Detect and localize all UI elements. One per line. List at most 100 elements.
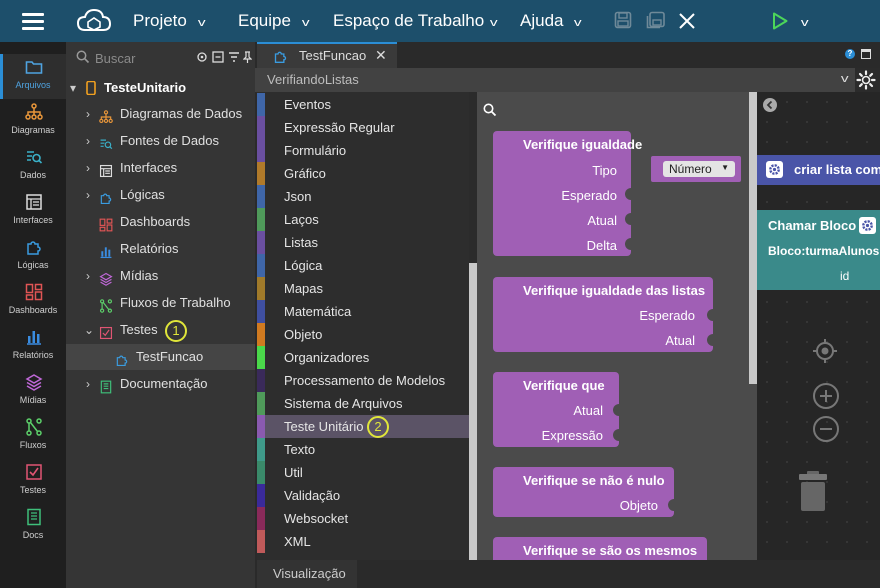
gear-icon[interactable] xyxy=(766,161,783,178)
tree-item[interactable]: Dashboards xyxy=(66,209,255,235)
tab-testfuncao[interactable]: TestFuncao ✕ xyxy=(257,42,397,68)
rail-item-dados[interactable]: Dados xyxy=(0,144,66,189)
rail-item-dashboards[interactable]: Dashboards xyxy=(0,279,66,324)
category-item[interactable]: Listas xyxy=(257,231,469,254)
category-item[interactable]: Gráfico xyxy=(257,162,469,185)
tree-item[interactable]: ⌄ Testes xyxy=(66,317,255,343)
category-item[interactable]: Validação xyxy=(257,484,469,507)
chevron-right-icon[interactable]: › xyxy=(86,371,90,397)
rail-item-interfaces[interactable]: Interfaces xyxy=(0,189,66,234)
chevron-right-icon[interactable]: › xyxy=(86,128,90,154)
tree-item[interactable]: › Diagramas de Dados xyxy=(66,101,255,127)
zoom-out-icon[interactable] xyxy=(812,415,840,443)
category-item[interactable]: Mapas xyxy=(257,277,469,300)
save-icon[interactable] xyxy=(614,11,632,29)
category-item[interactable]: Json xyxy=(257,185,469,208)
rail-label: Relatórios xyxy=(12,350,54,360)
tree-item[interactable]: › Fontes de Dados xyxy=(66,128,255,154)
tab-visualizacao[interactable]: Visualização xyxy=(257,560,357,588)
category-label: Listas xyxy=(284,235,318,250)
tree-item[interactable]: › Interfaces xyxy=(66,155,255,181)
run-options-dropdown[interactable]: v xyxy=(800,0,809,42)
category-item[interactable]: Eventos xyxy=(257,93,469,116)
create-list-block[interactable]: criar lista com xyxy=(757,155,880,185)
category-item[interactable]: Organizadores xyxy=(257,346,469,369)
menu-equipe[interactable]: Equipe v xyxy=(238,0,310,42)
close-tab-icon[interactable]: ✕ xyxy=(375,47,387,64)
chevron-right-icon[interactable]: › xyxy=(86,101,90,127)
category-item[interactable]: XML xyxy=(257,530,469,553)
category-item[interactable]: Processamento de Modelos xyxy=(257,369,469,392)
back-arrow-icon[interactable] xyxy=(763,98,777,112)
chevron-down-icon: v xyxy=(800,17,809,29)
pin-icon[interactable] xyxy=(243,51,252,63)
chevron-right-icon[interactable]: › xyxy=(86,263,90,289)
trash-icon[interactable] xyxy=(797,470,829,512)
tree-item-label: Documentação xyxy=(120,376,208,391)
close-icon[interactable] xyxy=(678,12,696,30)
rail-item-logicas[interactable]: Lógicas xyxy=(0,234,66,279)
locate-icon[interactable] xyxy=(196,51,208,63)
collapse-all-icon[interactable] xyxy=(212,51,224,63)
chevron-right-icon[interactable]: › xyxy=(86,182,90,208)
maximize-icon[interactable] xyxy=(861,49,871,59)
tree-search[interactable]: Buscar xyxy=(66,47,255,69)
block-verifique-mesmos[interactable]: Verifique se são os mesmos xyxy=(493,537,707,560)
category-item[interactable]: Formulário xyxy=(257,139,469,162)
block-verifique-que[interactable]: Verifique que Atual Expressão xyxy=(493,372,619,447)
rail-item-arquivos[interactable]: Arquivos xyxy=(0,54,66,99)
logic-selector[interactable]: VerifiandoListas v xyxy=(255,68,855,92)
center-target-icon[interactable] xyxy=(812,338,838,364)
category-color-swatch xyxy=(257,530,265,553)
tree-root-project[interactable]: ▾ TesteUnitario xyxy=(66,75,255,101)
rail-item-relatorios[interactable]: Relatórios xyxy=(0,324,66,369)
tree-item[interactable]: TestFuncao xyxy=(66,344,255,370)
tree-item[interactable]: › Lógicas xyxy=(66,182,255,208)
gear-icon[interactable] xyxy=(855,69,877,91)
interface-icon xyxy=(26,194,42,210)
flyout-scrollbar[interactable] xyxy=(749,92,757,384)
category-item[interactable]: Laços xyxy=(257,208,469,231)
rail-item-testes[interactable]: Testes xyxy=(0,459,66,504)
tree-item[interactable]: Relatórios xyxy=(66,236,255,262)
tree-item[interactable]: › Documentação xyxy=(66,371,255,397)
chevron-down-icon[interactable]: ⌄ xyxy=(84,317,94,343)
block-verifique-igualdade[interactable]: Verifique igualdade Tipo Esperado Atual … xyxy=(493,131,642,256)
tree-item[interactable]: Fluxos de Trabalho xyxy=(66,290,255,316)
flyout-search[interactable] xyxy=(477,92,749,122)
rail-item-docs[interactable]: Docs xyxy=(0,504,66,549)
category-item[interactable]: Sistema de Arquivos xyxy=(257,392,469,415)
type-dropdown[interactable]: Número ▼ xyxy=(663,161,735,177)
block-verifique-igualdade-listas[interactable]: Verifique igualdade das listas Esperado … xyxy=(493,277,713,352)
category-item[interactable]: Teste Unitário xyxy=(257,415,469,438)
category-item[interactable]: Texto xyxy=(257,438,469,461)
play-icon[interactable] xyxy=(772,12,788,30)
category-scrollbar[interactable] xyxy=(469,263,477,560)
rail-item-midias[interactable]: Mídias xyxy=(0,369,66,414)
category-item[interactable]: Expressão Regular xyxy=(257,116,469,139)
save-all-icon[interactable] xyxy=(646,11,666,29)
category-item[interactable]: Matemática xyxy=(257,300,469,323)
category-label: Organizadores xyxy=(284,350,370,365)
tree-item[interactable]: › Mídias xyxy=(66,263,255,289)
chevron-right-icon[interactable]: › xyxy=(86,155,90,181)
test-icon xyxy=(26,464,42,480)
block-verifique-nao-nulo[interactable]: Verifique se não é nulo Objeto xyxy=(493,467,674,517)
filter-icon[interactable] xyxy=(228,51,240,63)
help-icon[interactable]: ? xyxy=(845,49,855,59)
rail-item-diagramas[interactable]: Diagramas xyxy=(0,99,66,144)
category-item[interactable]: Lógica xyxy=(257,254,469,277)
category-label: Mapas xyxy=(284,281,324,296)
menu-ajuda[interactable]: Ajuda v xyxy=(520,0,582,42)
call-block[interactable]: Chamar Bloco Bloco:turmaAlunos id xyxy=(757,210,880,290)
hamburger-menu-icon[interactable] xyxy=(22,13,44,34)
category-item[interactable]: Websocket xyxy=(257,507,469,530)
category-item[interactable]: Objeto xyxy=(257,323,469,346)
category-item[interactable]: Util xyxy=(257,461,469,484)
menu-espaco-de-trabalho[interactable]: Espaço de Trabalho v xyxy=(333,0,498,42)
zoom-in-icon[interactable] xyxy=(812,382,840,410)
workspace-canvas[interactable]: criar lista com Chamar Bloco Bloco:turma… xyxy=(757,92,880,560)
gear-icon[interactable] xyxy=(859,217,876,234)
rail-item-fluxos[interactable]: Fluxos xyxy=(0,414,66,459)
menu-projeto[interactable]: Projeto v xyxy=(133,0,205,42)
